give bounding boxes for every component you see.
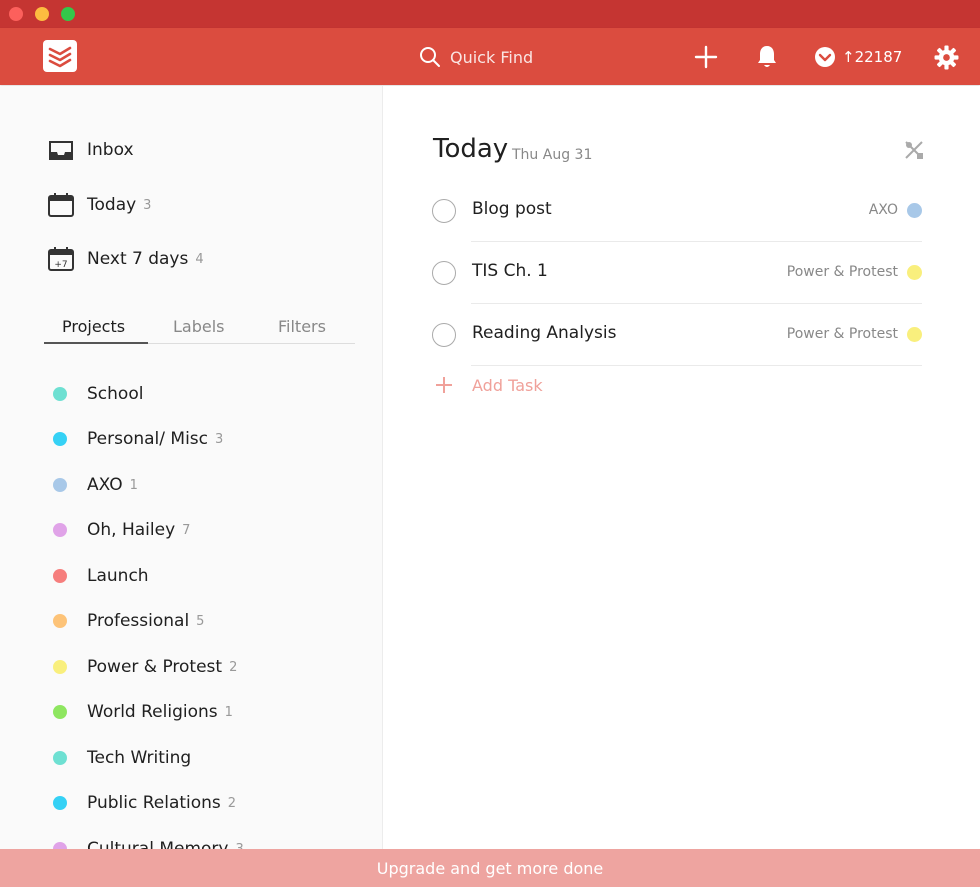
upgrade-label: Upgrade and get more done — [376, 858, 604, 878]
calendar-plus7-icon: +7 — [48, 247, 74, 271]
project-color-dot — [53, 569, 67, 583]
inbox-icon — [49, 141, 73, 160]
project-name: Professional — [87, 611, 190, 631]
sidebar-item-count: 4 — [195, 251, 204, 267]
task-project-dot — [907, 327, 922, 342]
calendar-icon — [48, 193, 74, 217]
sidebar-item-label: Next 7 days — [87, 249, 189, 269]
add-task-label: Add Task — [472, 375, 543, 395]
project-item[interactable]: Public Relations 2 — [53, 791, 236, 815]
top-bar: Quick Find ↑ 22187 — [0, 28, 980, 85]
project-name: Tech Writing — [87, 748, 192, 768]
task-checkbox[interactable] — [432, 199, 456, 223]
quick-find-search[interactable]: Quick Find — [419, 45, 533, 69]
search-icon — [420, 47, 440, 67]
project-color-dot — [53, 705, 67, 719]
sidebar: Inbox Today 3 +7 Next 7 days 4 Projects … — [0, 86, 383, 887]
maximize-window-button[interactable] — [61, 7, 75, 21]
project-count: 5 — [196, 613, 205, 629]
karma-value: 22187 — [854, 48, 903, 66]
task-project-dot — [907, 265, 922, 280]
minimize-window-button[interactable] — [35, 7, 49, 21]
task-row[interactable]: TIS Ch. 1 Power & Protest — [431, 253, 922, 315]
task-divider — [471, 365, 922, 366]
task-project-label[interactable]: Power & Protest — [787, 264, 898, 280]
main-content: Today Thu Aug 31 Blog post AXO TIS Ch. 1 Po… — [383, 86, 980, 887]
sidebar-item-inbox[interactable]: Inbox — [47, 136, 134, 164]
sidebar-item-today[interactable]: Today 3 — [47, 191, 151, 219]
add-task-button[interactable]: Add Task — [435, 373, 543, 397]
upgrade-banner[interactable]: Upgrade and get more done — [0, 849, 980, 887]
project-name: AXO — [87, 475, 123, 495]
page-title: Today — [433, 134, 509, 164]
project-color-dot — [53, 796, 67, 810]
project-count: 7 — [182, 522, 191, 538]
project-count: 2 — [227, 795, 237, 811]
task-name[interactable]: TIS Ch. 1 — [472, 261, 548, 281]
project-item[interactable]: Launch — [53, 564, 156, 588]
project-item[interactable]: Tech Writing — [53, 746, 198, 770]
task-divider — [471, 241, 922, 242]
project-item[interactable]: Power & Protest 2 — [53, 655, 237, 679]
project-color-dot — [53, 432, 67, 446]
project-color-dot — [53, 660, 67, 674]
tab-projects[interactable]: Projects — [62, 317, 125, 336]
project-color-dot — [53, 751, 67, 765]
project-color-dot — [53, 478, 67, 492]
project-name: School — [87, 384, 144, 404]
project-item[interactable]: Personal/ Misc 3 — [53, 427, 223, 451]
project-item[interactable]: AXO 1 — [53, 473, 138, 497]
karma-score[interactable]: ↑ 22187 — [814, 45, 902, 69]
logo-icon[interactable] — [43, 40, 77, 72]
task-name[interactable]: Reading Analysis — [472, 323, 616, 343]
task-project-label[interactable]: Power & Protest — [787, 326, 898, 342]
search-placeholder: Quick Find — [450, 47, 534, 67]
karma-arrow: ↑ — [842, 48, 855, 66]
gear-icon[interactable] — [934, 45, 959, 70]
active-tab-indicator — [44, 342, 148, 344]
task-checkbox[interactable] — [432, 323, 456, 347]
sidebar-item-count: 3 — [143, 197, 152, 213]
project-item[interactable]: World Religions 1 — [53, 700, 233, 724]
task-project-dot — [907, 203, 922, 218]
project-color-dot — [53, 387, 67, 401]
view-options-icon[interactable] — [903, 139, 925, 161]
task-row[interactable]: Reading Analysis Power & Protest — [431, 315, 922, 377]
project-count: 1 — [129, 477, 138, 493]
sidebar-item-next-7-days[interactable]: +7 Next 7 days 4 — [47, 245, 204, 273]
task-project-label[interactable]: AXO — [869, 202, 898, 218]
page-date: Thu Aug 31 — [512, 147, 593, 163]
plus-icon — [436, 377, 452, 393]
sidebar-item-label: Today — [87, 195, 137, 215]
karma-icon — [815, 47, 835, 67]
tab-filters[interactable]: Filters — [278, 317, 326, 336]
sidebar-tabs: Projects Labels Filters — [44, 315, 355, 344]
project-count: 3 — [215, 431, 224, 447]
window-titlebar — [0, 0, 980, 28]
svg-text:+7: +7 — [54, 260, 67, 270]
project-name: Personal/ Misc — [87, 429, 208, 449]
project-color-dot — [53, 614, 67, 628]
task-name[interactable]: Blog post — [472, 199, 552, 219]
tab-labels[interactable]: Labels — [173, 317, 225, 336]
project-item[interactable]: School — [53, 382, 150, 406]
project-name: World Religions — [87, 702, 218, 722]
project-name: Public Relations — [87, 793, 221, 813]
project-item[interactable]: Oh, Hailey 7 — [53, 518, 190, 542]
project-name: Oh, Hailey — [87, 520, 176, 540]
task-checkbox[interactable] — [432, 261, 456, 285]
close-window-button[interactable] — [9, 7, 23, 21]
sidebar-item-label: Inbox — [87, 140, 134, 160]
task-divider — [471, 303, 922, 304]
project-color-dot — [53, 523, 67, 537]
bell-icon[interactable] — [755, 44, 779, 70]
project-item[interactable]: Professional 5 — [53, 609, 204, 633]
project-name: Launch — [87, 566, 149, 586]
plus-icon[interactable] — [694, 45, 718, 69]
project-count: 1 — [224, 704, 233, 720]
task-row[interactable]: Blog post AXO — [431, 191, 922, 253]
project-count: 2 — [229, 659, 238, 675]
project-name: Power & Protest — [87, 657, 223, 677]
